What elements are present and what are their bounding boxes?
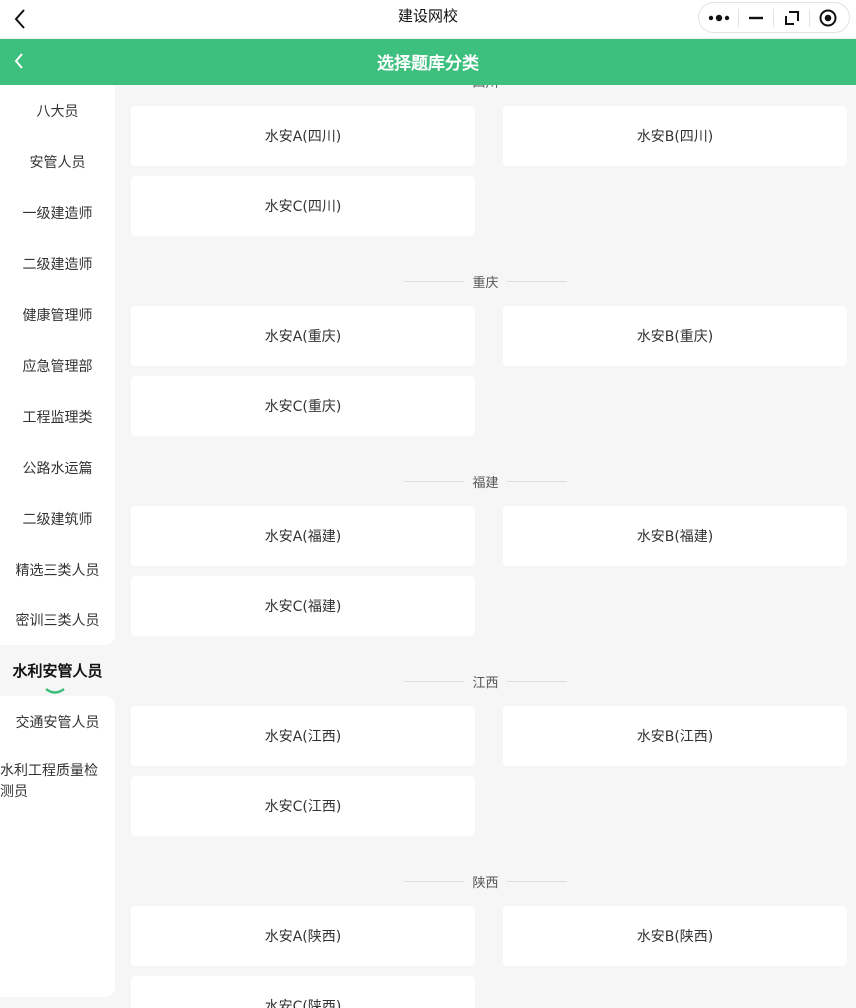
bank-card-label: 水安B(四川) (636, 129, 714, 145)
section-header: 陕西 (115, 871, 856, 891)
question-bank-list: 四川 水安A(四川) 水安B(四川) 水安C(四川) 重庆 水安A(重庆) 水安… (115, 85, 856, 1008)
sidebar-item-gonglu[interactable]: 公路水运篇 (0, 442, 115, 493)
divider (506, 480, 567, 482)
category-sidebar: 八大员 安管人员 一级建造师 二级建造师 健康管理师 应急管理部 工程监理类 公… (0, 85, 115, 1008)
section-header: 重庆 (115, 271, 856, 291)
bank-card[interactable]: 水安B(四川) (503, 106, 847, 166)
section-header: 江西 (115, 671, 856, 691)
more-button[interactable] (707, 5, 733, 31)
capsule-menu (698, 2, 850, 33)
bank-card-label: 水安B(陕西) (636, 929, 714, 945)
sidebar-item-anguan[interactable]: 安管人员 (0, 136, 115, 187)
bank-card-label: 水安A(陕西) (264, 929, 342, 945)
section-header: 四川 (115, 85, 856, 91)
bank-card[interactable]: 水安C(福建) (131, 576, 475, 636)
sidebar-item-jingxuan[interactable]: 精选三类人员 (0, 544, 115, 595)
bank-card-label: 水安A(福建) (264, 529, 342, 545)
section-title: 陕西 (472, 875, 499, 891)
sidebar-item-jianli[interactable]: 工程监理类 (0, 391, 115, 442)
bank-card[interactable]: 水安B(福建) (503, 506, 847, 566)
bank-card[interactable]: 水安C(江西) (131, 776, 475, 836)
bank-card-label: 水安C(四川) (264, 199, 342, 215)
bank-card[interactable]: 水安A(四川) (131, 106, 475, 166)
active-indicator-icon (45, 688, 65, 694)
bank-card[interactable]: 水安A(福建) (131, 506, 475, 566)
section-title: 重庆 (472, 275, 499, 291)
mini-program-titlebar: 建设网校 (0, 0, 856, 39)
bank-card[interactable]: 水安B(重庆) (503, 306, 847, 366)
section-header: 福建 (115, 471, 856, 491)
capsule-divider (809, 8, 811, 27)
more-dots-icon (709, 14, 730, 21)
bank-card-label: 水安C(江西) (264, 799, 342, 815)
sidebar-item-label: 二级建筑师 (22, 511, 93, 528)
bank-card[interactable]: 水安B(陕西) (503, 906, 847, 966)
bank-card[interactable]: 水安A(陕西) (131, 906, 475, 966)
sidebar-item-mixun[interactable]: 密训三类人员 (0, 595, 115, 645)
sidebar-item-label: 公路水运篇 (22, 460, 93, 477)
section-title: 江西 (472, 675, 499, 691)
sidebar-item-jiankang[interactable]: 健康管理师 (0, 289, 115, 340)
sidebar-item-yijian[interactable]: 一级建造师 (0, 187, 115, 238)
sidebar-item-jiance[interactable]: 水利工程质量检测员 (0, 747, 115, 997)
bank-card-label: 水安C(重庆) (264, 399, 342, 415)
bank-card-label: 水安A(江西) (264, 729, 342, 745)
sidebar-item-erjian[interactable]: 二级建造师 (0, 238, 115, 289)
sidebar-item-yingji[interactable]: 应急管理部 (0, 340, 115, 391)
divider (404, 480, 465, 482)
bank-card-label: 水安B(江西) (636, 729, 714, 745)
bank-card[interactable]: 水安B(江西) (503, 706, 847, 766)
sidebar-item-label: 水利安管人员 (12, 662, 103, 680)
divider (404, 880, 465, 882)
divider (506, 880, 567, 882)
sidebar-item-label: 工程监理类 (22, 409, 93, 426)
bank-card-label: 水安A(重庆) (264, 329, 342, 345)
sidebar-item-badayuan[interactable]: 八大员 (0, 85, 115, 136)
sidebar-item-label: 健康管理师 (22, 307, 93, 324)
sidebar-item-label: 一级建造师 (22, 205, 93, 222)
divider (506, 680, 567, 682)
page-header: 选择题库分类 (0, 39, 856, 85)
bank-card-label: 水安C(陕西) (264, 999, 342, 1008)
section-title: 福建 (472, 475, 499, 491)
target-close-icon (819, 9, 837, 26)
sidebar-item-label: 精选三类人员 (15, 562, 100, 579)
sidebar-item-label: 八大员 (36, 103, 79, 120)
capsule-divider (737, 8, 739, 27)
restore-window-icon (784, 10, 799, 25)
bank-card[interactable]: 水安A(江西) (131, 706, 475, 766)
divider (404, 280, 465, 282)
divider (404, 680, 465, 682)
divider (506, 280, 567, 282)
sidebar-item-label: 二级建造师 (22, 256, 93, 273)
restore-button[interactable] (779, 5, 805, 31)
bank-card-label: 水安A(四川) (264, 129, 342, 145)
sidebar-item-label: 水利工程质量检测员 (0, 763, 98, 800)
minimize-button[interactable] (743, 5, 769, 31)
bank-card[interactable]: 水安C(陕西) (131, 976, 475, 1008)
close-button[interactable] (815, 5, 841, 31)
section-title: 四川 (472, 85, 498, 91)
bank-card[interactable]: 水安C(重庆) (131, 376, 475, 436)
sidebar-item-label: 应急管理部 (22, 358, 93, 375)
bank-card[interactable]: 水安C(四川) (131, 176, 475, 236)
minus-icon (749, 16, 764, 19)
page-title: 选择题库分类 (377, 54, 479, 74)
sidebar-item-jiaotong[interactable]: 交通安管人员 (0, 696, 115, 747)
sidebar-item-shuili-active[interactable]: 水利安管人员 (0, 645, 115, 696)
bank-card-label: 水安C(福建) (264, 599, 342, 615)
bank-card-label: 水安B(重庆) (636, 329, 714, 345)
sidebar-item-jianzhu[interactable]: 二级建筑师 (0, 493, 115, 544)
bank-card-label: 水安B(福建) (636, 529, 714, 545)
sidebar-item-label: 密训三类人员 (15, 613, 100, 629)
capsule-divider (773, 8, 775, 27)
sidebar-item-label: 安管人员 (29, 154, 86, 171)
bank-card[interactable]: 水安A(重庆) (131, 306, 475, 366)
sidebar-item-label: 交通安管人员 (15, 714, 100, 731)
